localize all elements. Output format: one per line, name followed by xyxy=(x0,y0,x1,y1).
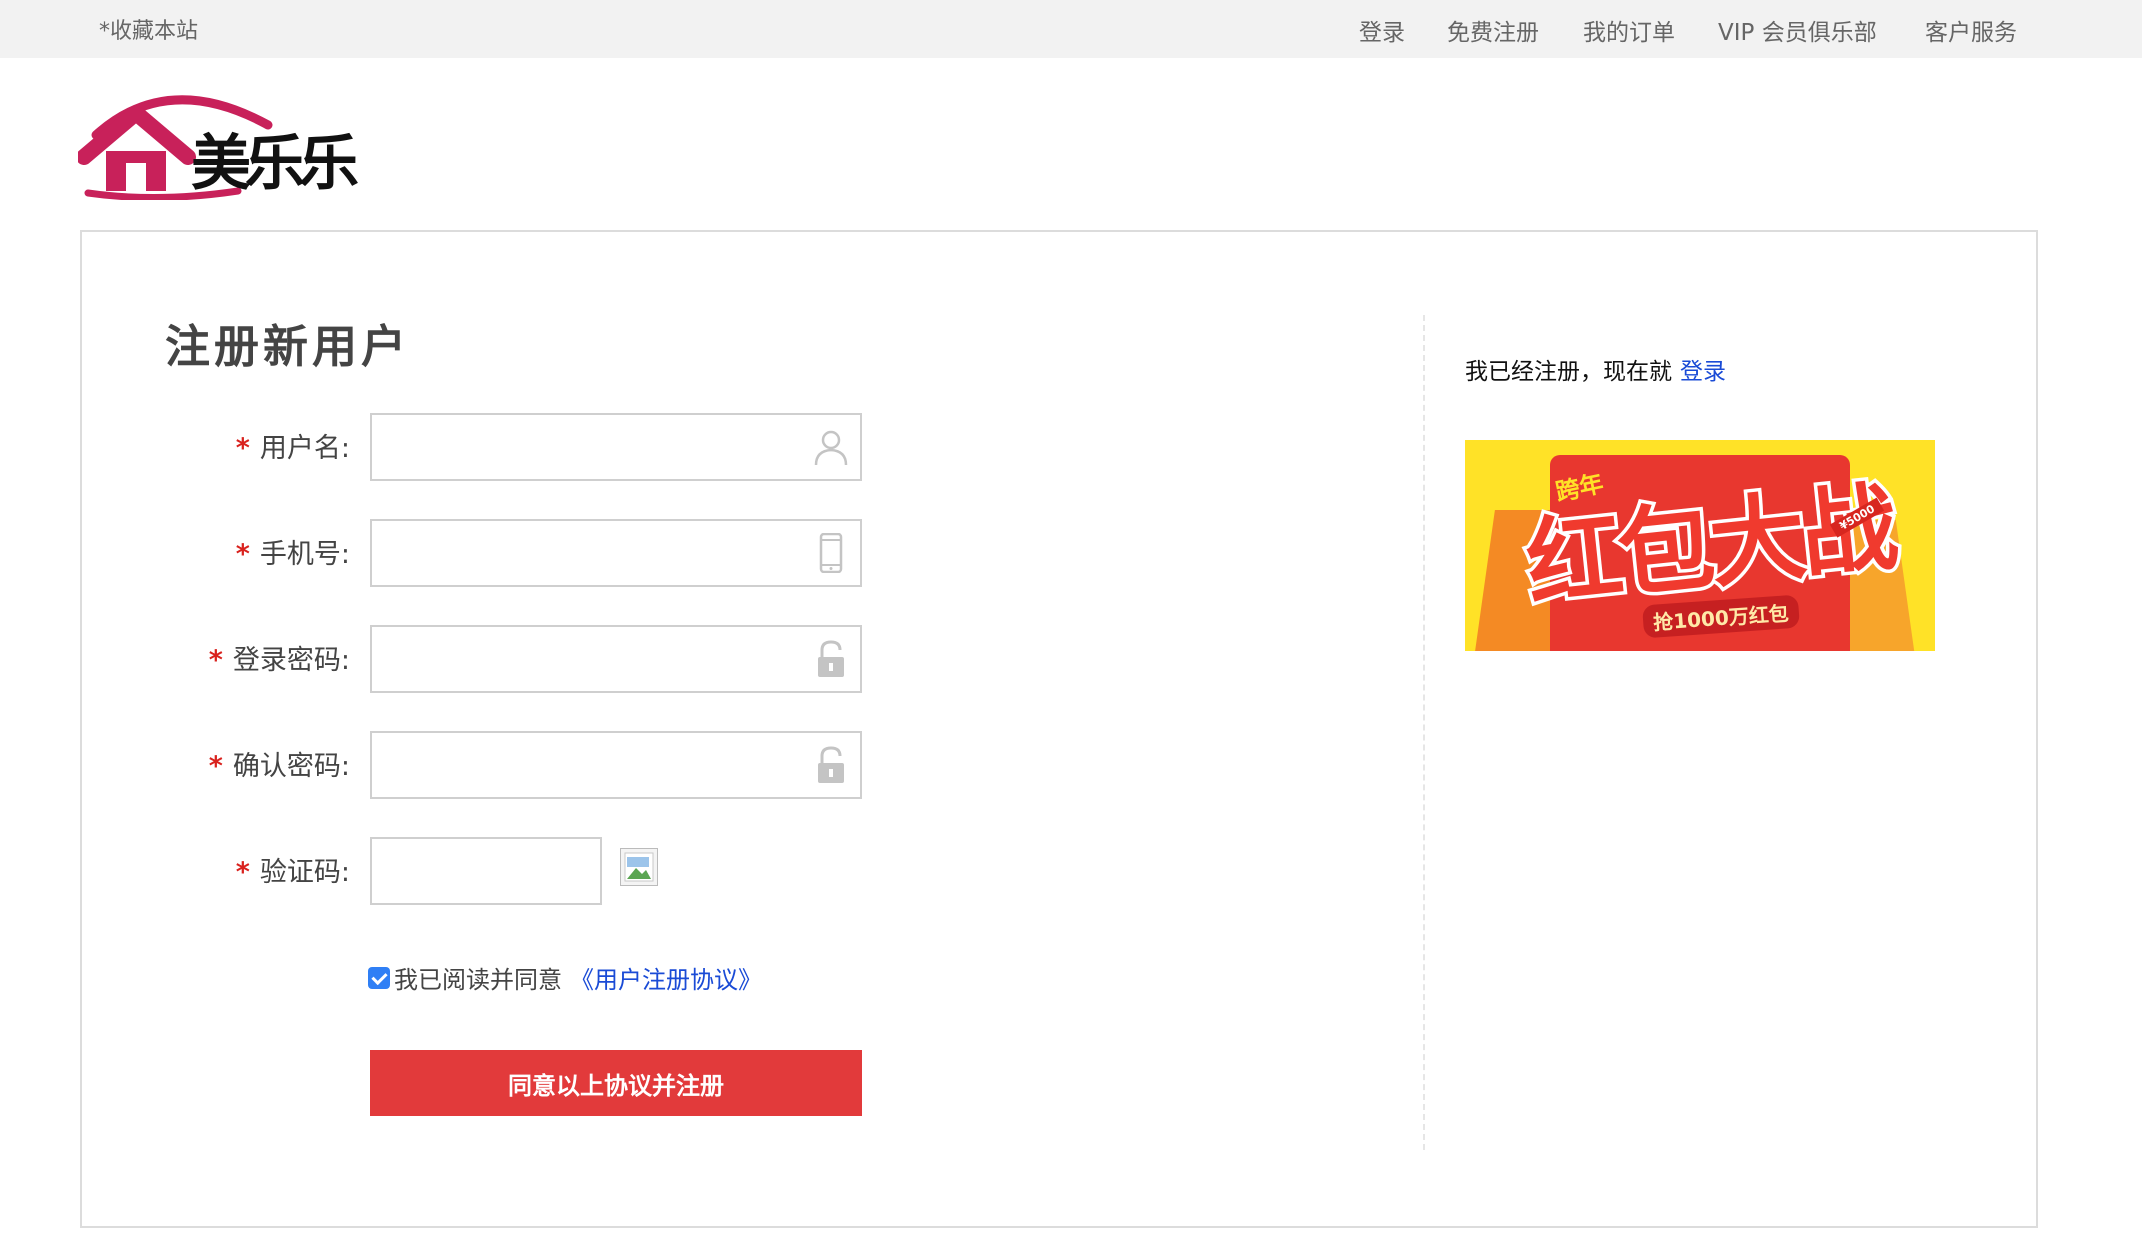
already-registered-text: 我已经注册，现在就 登录 xyxy=(1465,352,1726,386)
bookmark-site-link[interactable]: *收藏本站 xyxy=(99,13,198,45)
phone-field[interactable] xyxy=(370,519,862,587)
captcha-label-text: 验证码: xyxy=(259,857,350,888)
required-mark: * xyxy=(235,539,250,570)
lock-icon xyxy=(818,746,844,783)
top-nav-login[interactable]: 登录 xyxy=(1359,13,1405,47)
password-label: * 登录密码: xyxy=(150,638,350,677)
required-mark: * xyxy=(235,433,250,464)
confirm-password-label: * 确认密码: xyxy=(150,744,350,783)
agreement-checkbox[interactable] xyxy=(368,966,390,989)
page-title: 注册新用户 xyxy=(165,320,411,373)
top-bar: *收藏本站 登录 免费注册 我的订单 VIP 会员俱乐部 客户服务 xyxy=(0,0,2142,58)
top-nav-vip-club[interactable]: VIP 会员俱乐部 xyxy=(1718,13,1877,47)
red-envelope-banner[interactable]: 红包大战 跨年 ¥5000 抢1000万红包 xyxy=(1465,440,1935,651)
password-field[interactable] xyxy=(370,625,862,693)
required-mark: * xyxy=(208,645,223,676)
login-link[interactable]: 登录 xyxy=(1680,359,1726,385)
username-label: * 用户名: xyxy=(150,426,350,465)
agreement-row: 我已阅读并同意 《用户注册协议》 xyxy=(368,960,762,995)
username-field[interactable] xyxy=(370,413,862,481)
mobile-phone-icon xyxy=(819,533,843,573)
captcha-input[interactable] xyxy=(372,839,596,899)
phone-input[interactable] xyxy=(372,521,800,581)
top-nav-customer-service[interactable]: 客户服务 xyxy=(1925,13,2017,47)
captcha-field[interactable] xyxy=(370,837,602,905)
phone-label: * 手机号: xyxy=(150,532,350,571)
captcha-image[interactable] xyxy=(620,848,658,886)
captcha-label: * 验证码: xyxy=(150,850,350,889)
top-nav-register[interactable]: 免费注册 xyxy=(1447,13,1539,47)
agreement-text: 我已阅读并同意 xyxy=(394,966,562,994)
confirm-password-input[interactable] xyxy=(372,733,800,793)
phone-label-text: 手机号: xyxy=(259,539,350,570)
panel-divider xyxy=(1423,315,1425,1150)
register-submit-button[interactable]: 同意以上协议并注册 xyxy=(370,1050,862,1116)
required-mark: * xyxy=(235,857,250,888)
site-logo[interactable]: 美乐乐 xyxy=(78,85,378,200)
already-registered-label: 我已经注册，现在就 xyxy=(1465,359,1672,385)
required-mark: * xyxy=(208,751,223,782)
user-icon xyxy=(814,430,848,466)
broken-image-icon xyxy=(624,852,654,882)
user-agreement-link[interactable]: 《用户注册协议》 xyxy=(570,960,762,995)
logo-text: 美乐乐 xyxy=(191,129,359,199)
password-label-text: 登录密码: xyxy=(232,645,350,676)
lock-icon xyxy=(818,640,844,677)
password-input[interactable] xyxy=(372,627,800,687)
confirm-password-field[interactable] xyxy=(370,731,862,799)
username-label-text: 用户名: xyxy=(259,433,350,464)
username-input[interactable] xyxy=(372,415,800,475)
confirm-password-label-text: 确认密码: xyxy=(232,751,350,782)
top-nav-my-orders[interactable]: 我的订单 xyxy=(1583,13,1675,47)
